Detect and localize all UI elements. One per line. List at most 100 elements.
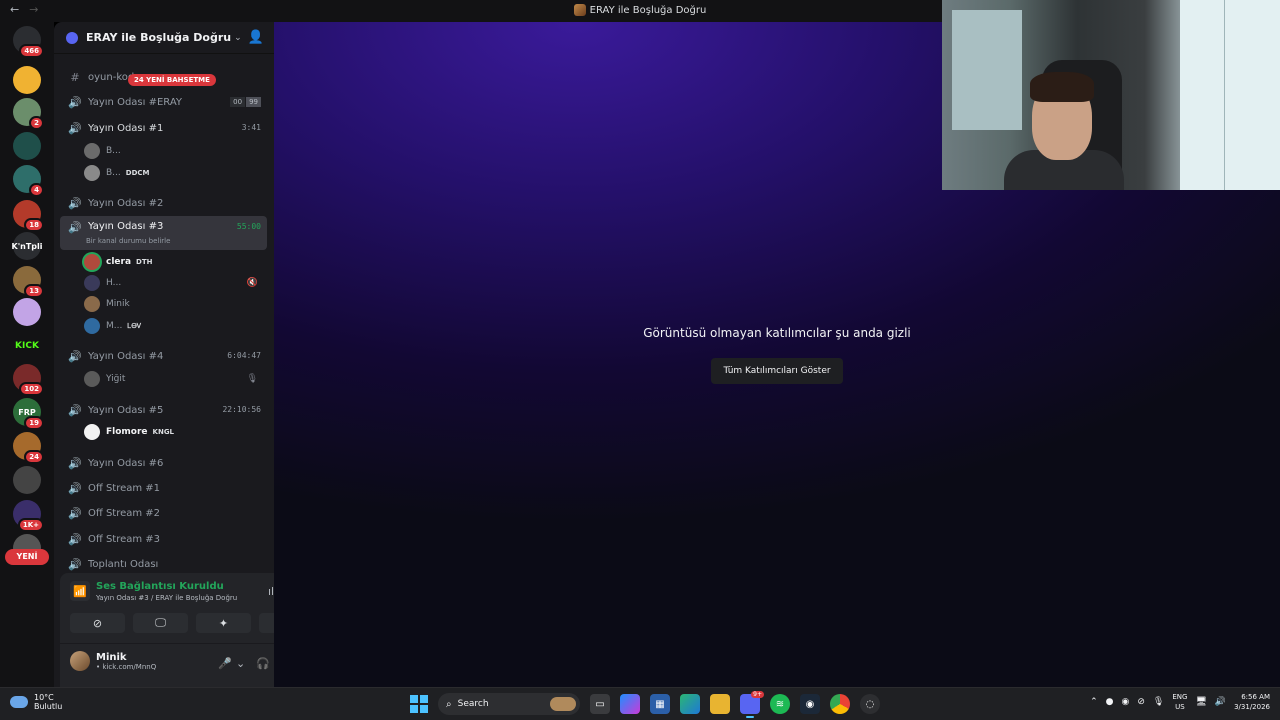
channel-yayin-eray[interactable]: 🔊 Yayın Odası #ERAY 00 99 <box>60 91 267 113</box>
obs-icon[interactable]: ◌ <box>860 694 880 714</box>
lang-secondary: US <box>1175 703 1185 711</box>
voice-user[interactable]: B... DDCM <box>84 163 264 183</box>
taskbar-apps: ⌕ Search ▭ ▦ 9+ ≋ ◉ ◌ <box>410 691 880 718</box>
channel-yayin-3[interactable]: 🔊 Yayın Odası #3 55:00 Bir kanal durumu … <box>60 216 267 250</box>
chevron-up-icon[interactable]: ⌃ <box>1090 697 1098 707</box>
volume-icon[interactable]: 🔊 <box>1215 697 1226 707</box>
channel-yayin-1[interactable]: 🔊 Yayın Odası #1 3:41 <box>60 117 267 139</box>
channel-yayin-2[interactable]: 🔊 Yayın Odası #2 <box>60 192 267 214</box>
search-label: Search <box>457 699 489 709</box>
speaker-icon: 🔊 <box>68 121 82 135</box>
voice-user[interactable]: B... <box>84 141 264 161</box>
file-explorer-icon[interactable] <box>710 694 730 714</box>
store-icon[interactable]: ▦ <box>650 694 670 714</box>
voice-user[interactable]: Flomore KNGL <box>84 422 264 442</box>
user-name: M... <box>106 321 123 331</box>
channel-yayin-5[interactable]: 🔊 Yayın Odası #5 22:10:56 <box>60 399 267 421</box>
server-icon[interactable]: 2 <box>13 98 44 130</box>
user-name: Yiğit <box>106 374 126 384</box>
channel-oyun-kodu[interactable]: # oyun-kodu 24 YENİ BAHSETME <box>60 66 267 88</box>
speaker-icon: 🔊 <box>68 349 82 363</box>
channel-yayin-6[interactable]: 🔊 Yayın Odası #6 <box>60 452 267 474</box>
server-icon[interactable]: 1K+ <box>13 500 44 532</box>
network-icon[interactable]: ⊘ <box>1137 697 1145 707</box>
search-highlight-icon <box>550 697 576 711</box>
task-view-icon[interactable]: ▭ <box>590 694 610 714</box>
signal-icon[interactable]: 📶 <box>70 581 90 601</box>
server-icon[interactable] <box>13 466 41 494</box>
server-icon[interactable]: K'nTpli <box>12 232 43 260</box>
steam-icon[interactable]: ◉ <box>800 694 820 714</box>
channel-status[interactable]: Bir kanal durumu belirle <box>86 237 170 245</box>
server-icon[interactable]: FRP 19 <box>13 398 44 430</box>
weather-temp: 10°C <box>34 693 54 702</box>
channel-off-1[interactable]: 🔊 Off Stream #1 <box>60 477 267 499</box>
clock-date: 3/31/2026 <box>1234 703 1270 711</box>
tray-app-icon[interactable]: ● <box>1106 697 1114 707</box>
webcam-person-hair <box>1030 72 1094 102</box>
microphone-icon[interactable]: 🎤 <box>218 657 232 670</box>
muted-deafened-icon: 🔇 <box>246 278 258 288</box>
server-icon[interactable]: 13 <box>13 266 44 298</box>
new-servers-pill[interactable]: YENİ <box>5 549 49 565</box>
user-name: H... <box>106 278 122 288</box>
voice-user[interactable]: H... 🔇 <box>84 273 264 293</box>
invite-user-icon[interactable]: 👤 <box>248 30 264 45</box>
server-header[interactable]: ERAY ile Boşluğa Doğru ⌄ 👤 <box>54 22 274 54</box>
steam-tray-icon[interactable]: ◉ <box>1122 697 1130 707</box>
channel-name: Toplantı Odası <box>88 558 159 570</box>
channel-name: Yayın Odası #ERAY <box>88 96 182 108</box>
voice-user[interactable]: Minik <box>84 294 264 314</box>
voice-status-title[interactable]: Ses Bağlantısı Kuruldu <box>96 581 237 592</box>
channel-off-3[interactable]: 🔊 Off Stream #3 <box>60 528 267 550</box>
avatar <box>84 371 100 387</box>
camera-off-button[interactable]: ⊘ <box>70 613 125 633</box>
voice-user[interactable]: Yiğit 🎙 <box>84 369 264 389</box>
voice-status-subtitle[interactable]: Yayın Odası #3 / ERAY ile Boşluğa Doğru <box>96 594 237 602</box>
chevron-down-icon[interactable]: ⌄ <box>236 657 245 670</box>
user-panel[interactable]: Minik • kick.com/MnnQ <box>70 651 156 671</box>
channel-off-2[interactable]: 🔊 Off Stream #2 <box>60 502 267 524</box>
channel-name: Yayın Odası #5 <box>88 404 164 416</box>
server-icon[interactable]: 18 <box>13 200 44 232</box>
server-icon[interactable]: 466 <box>13 26 44 58</box>
chrome-icon[interactable] <box>830 694 850 714</box>
voice-user[interactable]: clera DTH <box>84 252 264 272</box>
channel-name: Yayın Odası #6 <box>88 457 164 469</box>
weather-widget[interactable]: 10°C Bulutlu <box>10 693 62 711</box>
user-name: B... <box>106 146 121 156</box>
webcam-feed[interactable] <box>942 0 1280 190</box>
monitor-icon[interactable]: 🖥 <box>1195 697 1206 707</box>
mention-badge: 4 <box>29 183 44 197</box>
edge-icon[interactable] <box>680 694 700 714</box>
server-icon[interactable]: 24 <box>13 432 44 464</box>
windows-start-icon[interactable] <box>410 695 428 713</box>
channel-toplanti[interactable]: 🔊 Toplantı Odası <box>60 553 267 572</box>
server-icon[interactable] <box>13 132 41 160</box>
voice-user[interactable]: M... ᏞᎾᏙ <box>84 316 264 336</box>
show-all-participants-button[interactable]: Tüm Katılımcıları Göster <box>711 358 843 384</box>
cloud-icon <box>10 696 28 708</box>
language-indicator[interactable]: ENG US <box>1172 692 1187 712</box>
channel-name: Off Stream #1 <box>88 482 161 494</box>
taskbar-search[interactable]: ⌕ Search <box>438 693 580 715</box>
server-icon[interactable] <box>13 298 41 326</box>
clock[interactable]: 6:56 AM 3/31/2026 <box>1234 692 1270 712</box>
voice-status: 📶 Ses Bağlantısı Kuruldu Yayın Odası #3 … <box>70 581 237 602</box>
server-icon[interactable] <box>13 66 41 94</box>
mention-pill[interactable]: 24 YENİ BAHSETME <box>128 74 216 86</box>
screen-share-button[interactable]: 🖵 <box>133 613 188 633</box>
server-icon[interactable]: 102 <box>13 364 44 396</box>
activities-button[interactable]: ✦ <box>196 613 251 633</box>
avatar <box>84 424 100 440</box>
server-icon[interactable]: 4 <box>13 165 44 197</box>
server-icon[interactable]: KICK <box>13 332 41 360</box>
speaker-icon: 🔊 <box>68 532 82 546</box>
channel-yayin-4[interactable]: 🔊 Yayın Odası #4 6:04:47 <box>60 345 267 367</box>
speaker-icon: 🔊 <box>68 481 82 495</box>
spotify-icon[interactable]: ≋ <box>770 694 790 714</box>
discord-icon[interactable]: 9+ <box>740 691 764 718</box>
headphones-icon[interactable]: 🎧 <box>256 657 270 670</box>
copilot-icon[interactable] <box>620 694 640 714</box>
mic-tray-icon[interactable]: 🎙 <box>1153 697 1164 707</box>
